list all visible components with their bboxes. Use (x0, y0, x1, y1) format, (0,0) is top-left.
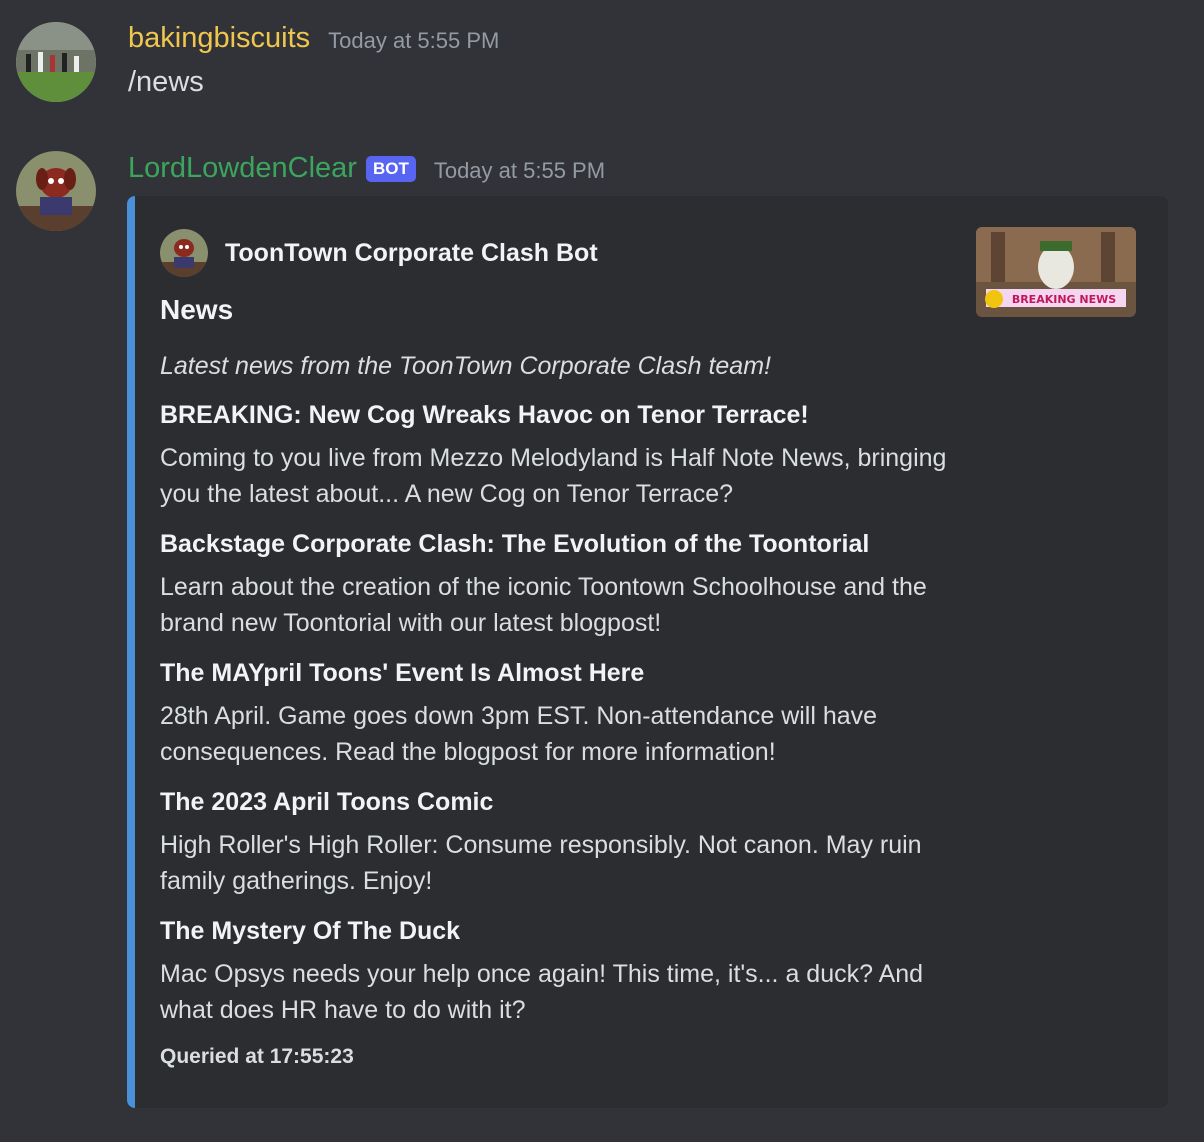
user-avatar[interactable] (16, 22, 96, 102)
news-item: The MAYpril Toons' Event Is Almost Here … (160, 659, 960, 770)
embed-author-icon (160, 229, 208, 277)
username[interactable]: LordLowdenClear (128, 152, 357, 185)
bot-avatar[interactable] (16, 151, 96, 231)
embed-description: Latest news from the ToonTown Corporate … (160, 352, 771, 380)
news-item-title: The 2023 April Toons Comic (160, 788, 494, 816)
news-item-title: The Mystery Of The Duck (160, 917, 461, 945)
news-embed: ToonTown Corporate Clash Bot BREAKING NE… (127, 196, 1168, 1108)
news-item: BREAKING: New Cog Wreaks Havoc on Tenor … (160, 401, 960, 512)
thumbnail-banner-text: BREAKING NEWS (1012, 293, 1116, 306)
username[interactable]: bakingbiscuits (128, 22, 310, 55)
news-item-text: Learn about the creation of the iconic T… (160, 573, 927, 637)
timestamp: Today at 5:55 PM (328, 27, 500, 53)
news-item: The Mystery Of The Duck Mac Opsys needs … (160, 917, 960, 1028)
timestamp: Today at 5:55 PM (433, 157, 606, 183)
news-item: Backstage Corporate Clash: The Evolution… (160, 530, 960, 641)
embed-body: News Latest news from the ToonTown Corpo… (160, 294, 960, 1046)
embed-author-name[interactable]: ToonTown Corporate Clash Bot (225, 239, 598, 268)
embed-thumbnail[interactable]: BREAKING NEWS (976, 227, 1136, 317)
embed-title: News (160, 294, 234, 325)
news-item-title: BREAKING: New Cog Wreaks Havoc on Tenor … (160, 401, 809, 429)
bot-tag: BOT (365, 155, 416, 182)
message-content: /news (128, 66, 204, 98)
news-item-title: The MAYpril Toons' Event Is Almost Here (160, 659, 645, 687)
news-item: The 2023 April Toons Comic High Roller's… (160, 788, 960, 899)
news-item-text: Mac Opsys needs your help once again! Th… (160, 960, 924, 1024)
news-item-text: Coming to you live from Mezzo Melodyland… (160, 444, 947, 508)
embed-footer: Queried at 17:55:23 (160, 1045, 354, 1068)
news-item-text: High Roller's High Roller: Consume respo… (160, 831, 922, 895)
news-item-text: 28th April. Game goes down 3pm EST. Non-… (160, 702, 878, 766)
message-header: bakingbiscuits Today at 5:55 PM (128, 22, 499, 55)
news-item-title: Backstage Corporate Clash: The Evolution… (160, 530, 870, 558)
embed-author: ToonTown Corporate Clash Bot (160, 229, 598, 277)
message-header: LordLowdenClear BOT Today at 5:55 PM (128, 152, 605, 185)
